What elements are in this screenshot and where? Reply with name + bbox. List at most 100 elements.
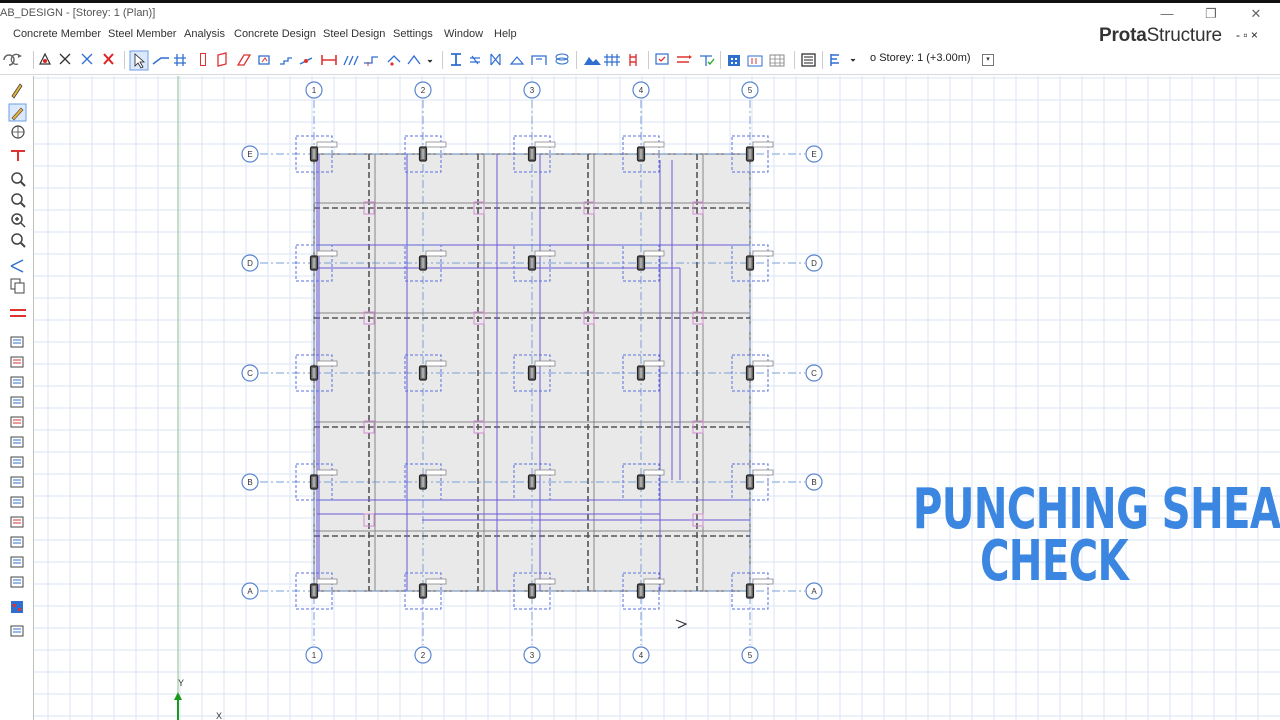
design-arrows-icon[interactable]	[677, 55, 692, 63]
column-icon[interactable]	[200, 53, 206, 66]
mesh-icon[interactable]	[604, 54, 620, 66]
storey-copy-icon-2[interactable]	[10, 356, 24, 368]
slab-icon[interactable]	[258, 55, 270, 65]
redo-icon[interactable]	[10, 53, 22, 65]
storey-copy-icon-7[interactable]	[10, 456, 24, 468]
menu-concrete-member[interactable]: Concrete Member	[13, 28, 101, 40]
storey-copy-icon-9[interactable]	[10, 496, 24, 508]
menu-steel-member[interactable]: Steel Member	[108, 28, 176, 40]
x-bracing-icon[interactable]	[490, 53, 501, 66]
storey-copy-icon-5[interactable]	[10, 416, 24, 428]
check-report-icon[interactable]	[655, 53, 669, 65]
grid-bubble-left-label: A	[247, 587, 253, 596]
restore-button[interactable]: ❐	[1196, 6, 1226, 22]
close-button[interactable]: ✕	[1241, 6, 1271, 22]
cancel-icon[interactable]	[103, 53, 114, 65]
zoom-extents-icon[interactable]	[11, 233, 26, 248]
storey-copy-icon-3[interactable]	[10, 376, 24, 388]
storey-selector-icon[interactable]	[830, 54, 856, 66]
column-inner	[748, 586, 752, 596]
ribbed-slab-icon[interactable]	[299, 57, 313, 65]
globe-icon[interactable]	[11, 125, 25, 139]
truss-icon[interactable]	[509, 56, 525, 65]
building-icon[interactable]	[747, 55, 763, 67]
column-inner	[639, 368, 643, 378]
delete-member-icon[interactable]	[81, 53, 93, 65]
storey-copy-icon-15[interactable]	[10, 625, 24, 637]
column-inner	[639, 258, 643, 268]
rotate-tool-icon[interactable]	[39, 52, 51, 65]
column-inner	[421, 258, 425, 268]
grid-bubble-left-label: E	[247, 150, 252, 159]
column-label-tag	[425, 141, 447, 148]
delete-point-icon[interactable]	[59, 53, 71, 65]
bracing-icon[interactable]	[470, 55, 480, 65]
move-tool-icon[interactable]	[407, 54, 433, 65]
properties-panel-icon[interactable]	[801, 53, 816, 67]
line-tool-icon[interactable]	[152, 57, 169, 65]
raft-icon[interactable]	[364, 56, 378, 66]
edit-member-icon[interactable]	[8, 103, 27, 122]
storey-copy-icon-1[interactable]	[10, 336, 24, 348]
axis-tool-icon[interactable]	[11, 150, 25, 161]
zoom-window-icon[interactable]	[11, 172, 26, 187]
grid-bubble-bottom-label: 5	[748, 651, 753, 660]
pencil-icon[interactable]	[11, 83, 23, 99]
pattern-icon[interactable]	[728, 55, 740, 66]
column-label-tag	[425, 360, 447, 367]
grid-axis-icon[interactable]	[174, 54, 186, 66]
select-pointer-icon[interactable]	[129, 50, 149, 71]
storey-copy-icon-13[interactable]	[10, 576, 24, 588]
column-label-tag	[425, 578, 447, 585]
column-label-tag	[643, 141, 665, 148]
copy-icon[interactable]	[10, 278, 25, 294]
menu-help[interactable]: Help	[494, 28, 517, 40]
column-label-tag	[316, 360, 338, 367]
title-bar: AB_DESIGN - [Storey: 1 (Plan)] — ❐ ✕	[0, 0, 1280, 24]
steel-layer-icon[interactable]	[555, 53, 569, 65]
y-axis-label: Y	[178, 678, 184, 688]
storey-copy-icon-14[interactable]	[11, 601, 23, 613]
column-label-tag	[534, 250, 556, 257]
section-icon[interactable]	[10, 309, 26, 317]
minimize-button[interactable]: —	[1152, 6, 1182, 21]
grid-bubble-bottom-label: 4	[639, 651, 644, 660]
table-icon[interactable]	[769, 54, 785, 67]
storey-dropdown-button[interactable]: ▾	[982, 54, 994, 66]
menu-concrete-design[interactable]: Concrete Design	[234, 28, 316, 40]
menu-steel-design[interactable]: Steel Design	[323, 28, 385, 40]
pile-icon[interactable]	[343, 55, 359, 66]
menu-settings[interactable]: Settings	[393, 28, 433, 40]
storey-copy-icon-11[interactable]	[10, 536, 24, 548]
stair-icon[interactable]	[280, 57, 292, 65]
column-label-tag	[643, 578, 665, 585]
storey-copy-icon-10[interactable]	[10, 516, 24, 528]
reinforcement-icon[interactable]	[629, 54, 637, 66]
shear-wall-icon[interactable]	[217, 52, 227, 67]
column-label-tag	[643, 250, 665, 257]
column-label-tag	[534, 141, 556, 148]
column-inner	[530, 149, 534, 159]
load-icon[interactable]	[387, 55, 401, 66]
steel-section-icon[interactable]	[451, 53, 461, 66]
footing-icon[interactable]	[321, 55, 337, 65]
grid-bubble-left-label: D	[247, 259, 253, 268]
zoom-in-icon[interactable]	[11, 213, 26, 228]
portal-frame-icon[interactable]	[531, 55, 547, 65]
plan-drawing-canvas[interactable]: 1 1 2 2 3 3 4 4 5 5 E E D D C C B B A A Y X	[34, 76, 1280, 720]
verify-icon[interactable]	[700, 55, 715, 66]
beam-icon[interactable]	[236, 54, 252, 66]
terrain-icon[interactable]	[584, 57, 601, 65]
mdi-window-controls[interactable]: - ▫ ×	[1236, 28, 1258, 42]
menu-analysis[interactable]: Analysis	[184, 28, 225, 40]
grid-bubble-right-label: B	[811, 478, 816, 487]
column-label-tag	[316, 250, 338, 257]
measure-icon[interactable]	[10, 259, 24, 273]
storey-copy-icon-4[interactable]	[10, 396, 24, 408]
storey-copy-icon-6[interactable]	[10, 436, 24, 448]
column-inner	[421, 368, 425, 378]
zoom-rotate-icon[interactable]	[11, 193, 26, 208]
menu-window[interactable]: Window	[444, 28, 483, 40]
storey-copy-icon-12[interactable]	[10, 556, 24, 568]
storey-copy-icon-8[interactable]	[10, 476, 24, 488]
